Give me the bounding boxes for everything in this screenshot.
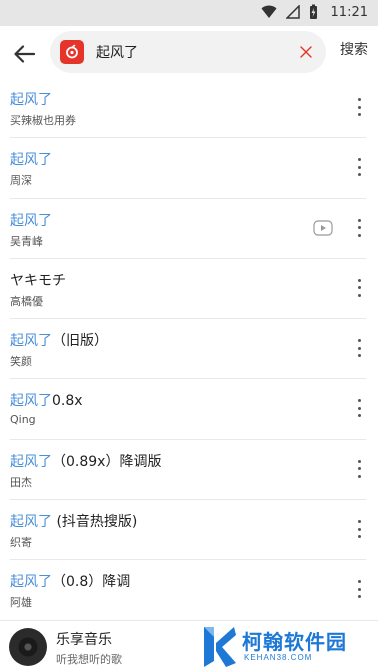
song-title-highlight: 起风了 xyxy=(10,212,52,229)
status-icons: 11:21 xyxy=(261,4,368,20)
result-list: 起风了 买辣椒也用券 起风了 周深 起风了 吴青峰 ヤキモチ 高橋優 起风了（旧… xyxy=(0,78,378,621)
song-title: 起风了（0.8）降调 xyxy=(10,571,130,591)
song-title: 起风了 xyxy=(10,210,52,230)
watermark-sub: KEHAN38.COM xyxy=(244,652,313,662)
more-options-icon[interactable] xyxy=(352,337,366,359)
album-disc-icon[interactable] xyxy=(9,628,47,666)
song-title: 起风了0.8x xyxy=(10,390,83,410)
song-title: 起风了（旧版） xyxy=(10,330,108,350)
signal-icon xyxy=(285,5,300,19)
more-options-icon[interactable] xyxy=(352,518,366,540)
kehan-logo-icon xyxy=(204,627,236,667)
song-artist: 笑颜 xyxy=(10,355,32,369)
result-row[interactable]: 起风了 买辣椒也用券 xyxy=(0,78,378,139)
search-box[interactable]: 起风了 xyxy=(50,31,326,73)
song-title: 起风了 xyxy=(10,149,52,169)
song-artist: 田杰 xyxy=(10,475,32,489)
result-row[interactable]: ヤキモチ 高橋優 xyxy=(0,259,378,320)
arrow-left-icon xyxy=(14,45,35,63)
result-row[interactable]: 起风了 周深 xyxy=(0,138,378,199)
search-input[interactable]: 起风了 xyxy=(96,42,286,62)
song-title-rest: （0.89x）降调版 xyxy=(52,453,162,470)
back-button[interactable] xyxy=(0,30,48,78)
more-options-icon[interactable] xyxy=(352,397,366,419)
more-options-icon[interactable] xyxy=(352,217,366,239)
netease-music-icon xyxy=(60,40,84,64)
close-icon xyxy=(300,46,312,58)
song-title: ヤキモチ xyxy=(10,270,66,290)
song-title: 起风了 xyxy=(10,89,52,109)
watermark-main: 柯翰软件园 xyxy=(242,629,347,654)
song-title-highlight: 起风了 xyxy=(10,152,52,169)
more-options-icon[interactable] xyxy=(352,96,366,118)
more-options-icon[interactable] xyxy=(352,458,366,480)
song-title-rest: （旧版） xyxy=(52,333,108,350)
result-row[interactable]: 起风了（0.89x）降调版 田杰 xyxy=(0,440,378,501)
song-title-rest: ヤキモチ xyxy=(10,272,66,289)
song-artist: 周深 xyxy=(10,174,32,188)
more-options-icon[interactable] xyxy=(352,277,366,299)
song-title-highlight: 起风了 xyxy=(10,333,52,350)
song-artist: 织寄 xyxy=(10,536,32,550)
more-options-icon[interactable] xyxy=(352,156,366,178)
wifi-icon xyxy=(261,5,277,18)
result-row[interactable]: 起风了 (抖音热搜版) 织寄 xyxy=(0,500,378,561)
song-artist: 高橋優 xyxy=(10,294,43,308)
status-time: 11:21 xyxy=(330,4,368,20)
song-artist: 阿雄 xyxy=(10,596,32,610)
more-options-icon[interactable] xyxy=(352,578,366,600)
result-row[interactable]: 起风了 吴青峰 xyxy=(0,199,378,260)
song-title-highlight: 起风了 xyxy=(10,393,52,410)
song-title-highlight: 起风了 xyxy=(10,453,52,470)
search-button[interactable]: 搜索 xyxy=(340,39,368,59)
song-artist: 吴青峰 xyxy=(10,234,43,248)
song-artist: Qing xyxy=(10,413,36,427)
song-title-rest: 0.8x xyxy=(52,393,83,410)
status-bar: 11:21 xyxy=(0,0,378,26)
song-title-rest: （0.8）降调 xyxy=(52,574,131,591)
result-row[interactable]: 起风了（0.8）降调 阿雄 xyxy=(0,560,378,621)
song-title-highlight: 起风了 xyxy=(10,514,52,531)
result-row[interactable]: 起风了（旧版） 笑颜 xyxy=(0,319,378,380)
mv-play-icon[interactable] xyxy=(313,219,333,236)
song-title: 起风了（0.89x）降调版 xyxy=(10,451,161,471)
search-header: 起风了 搜索 xyxy=(0,26,378,82)
player-title: 乐享音乐 xyxy=(56,632,112,648)
result-row[interactable]: 起风了0.8x Qing xyxy=(0,379,378,441)
clear-button[interactable] xyxy=(286,32,326,72)
song-artist: 买辣椒也用券 xyxy=(10,114,76,127)
battery-icon xyxy=(309,4,317,19)
player-subtitle: 听我想听的歌 xyxy=(56,653,122,666)
song-title: 起风了 (抖音热搜版) xyxy=(10,511,137,531)
song-title-highlight: 起风了 xyxy=(10,92,52,108)
song-title-highlight: 起风了 xyxy=(10,574,52,591)
song-title-rest: (抖音热搜版) xyxy=(52,514,138,531)
watermark: 柯翰软件园 KEHAN38.COM xyxy=(196,620,378,672)
